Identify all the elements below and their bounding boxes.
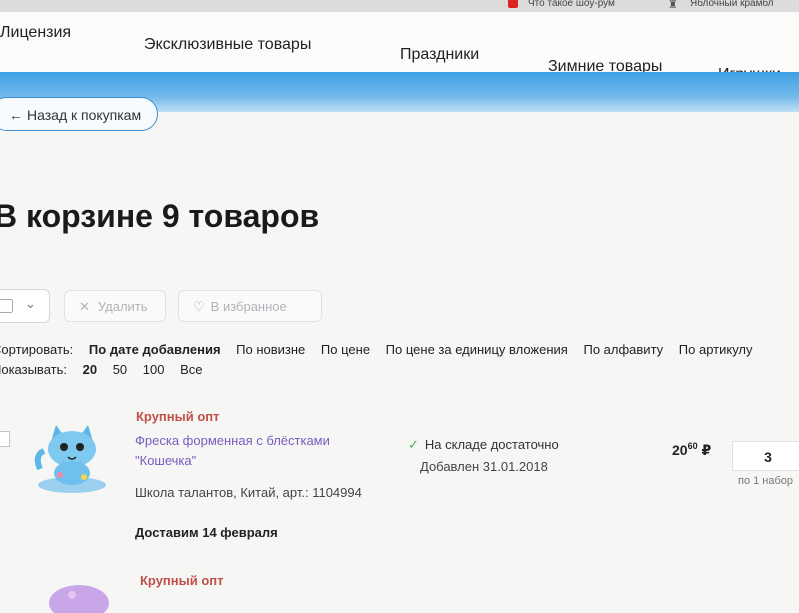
tab-favicon-icon: ♜ [668,0,678,11]
nav-item-exclusive[interactable]: Эксклюзивные товары [144,36,311,54]
browser-tab[interactable]: Яблочный крамбл [690,0,773,9]
sort-option-date[interactable]: По дате добавления [89,342,221,357]
item-checkbox[interactable] [0,431,10,447]
show-option-20[interactable]: 20 [83,362,97,377]
check-icon: ✓ [408,437,419,452]
item-price: 2060 ₽ [672,441,712,458]
browser-tab-bar: Что такое шоу-рум ♜ Яблочный крамбл [0,0,799,12]
item-tag: Крупный опт [140,573,224,588]
page-title: В корзине 9 товаров [0,198,320,234]
show-row: Показывать: 20 50 100 Все [0,362,215,377]
heart-icon: ♡ [193,299,205,314]
product-image[interactable] [44,573,114,613]
quantity-input[interactable]: 3 [732,441,799,471]
sort-option-alphabet[interactable]: По алфавиту [583,342,663,357]
show-option-50[interactable]: 50 [113,362,127,377]
back-to-shopping-button[interactable]: ← Назад к покупкам [0,97,158,131]
item-stock: ✓ На складе достаточно [408,437,559,452]
select-all-dropdown[interactable]: ⌄ [0,289,50,323]
sort-option-new[interactable]: По новизне [236,342,305,357]
sort-option-unit-price[interactable]: По цене за единицу вложения [386,342,568,357]
item-unit: по 1 набор [738,475,794,487]
browser-tab[interactable]: Что такое шоу-рум [528,0,615,9]
delete-button[interactable]: ✕ Удалить [64,290,166,322]
item-name-link[interactable]: Фреска форменная с блёстками "Кошечка" [135,431,385,471]
top-navigation: Лицензия Эксклюзивные товары Праздники З… [0,12,799,83]
nav-item-holidays[interactable]: Праздники [400,46,479,64]
show-option-all[interactable]: Все [180,362,202,377]
sort-row: Сортировать: По дате добавления По новиз… [0,342,765,357]
chevron-down-icon: ⌄ [25,296,36,311]
arrow-left-icon: ← [9,107,23,123]
item-meta: Школа талантов, Китай, арт.: 1104994 [135,485,362,500]
product-image[interactable] [30,415,114,499]
show-label: Показывать: [0,362,67,377]
nav-item-license[interactable]: Лицензия [0,24,71,42]
sort-option-price[interactable]: По цене [321,342,370,357]
cart-item: Крупный опт [0,565,799,613]
item-added-date: Добавлен 31.01.2018 [420,459,548,474]
item-tag: Крупный опт [136,409,220,424]
cart-item: Крупный опт Фреска форменная с блёстками… [0,405,799,555]
item-delivery: Доставим 14 февраля [135,525,278,540]
close-icon: ✕ [79,299,90,314]
show-option-100[interactable]: 100 [143,362,165,377]
add-to-favorites-button[interactable]: ♡ В избранное [178,290,322,322]
select-all-checkbox[interactable] [0,299,13,313]
sort-option-article[interactable]: По артикулу [679,342,753,357]
tab-favicon-icon [508,0,518,8]
sort-label: Сортировать: [0,342,74,357]
